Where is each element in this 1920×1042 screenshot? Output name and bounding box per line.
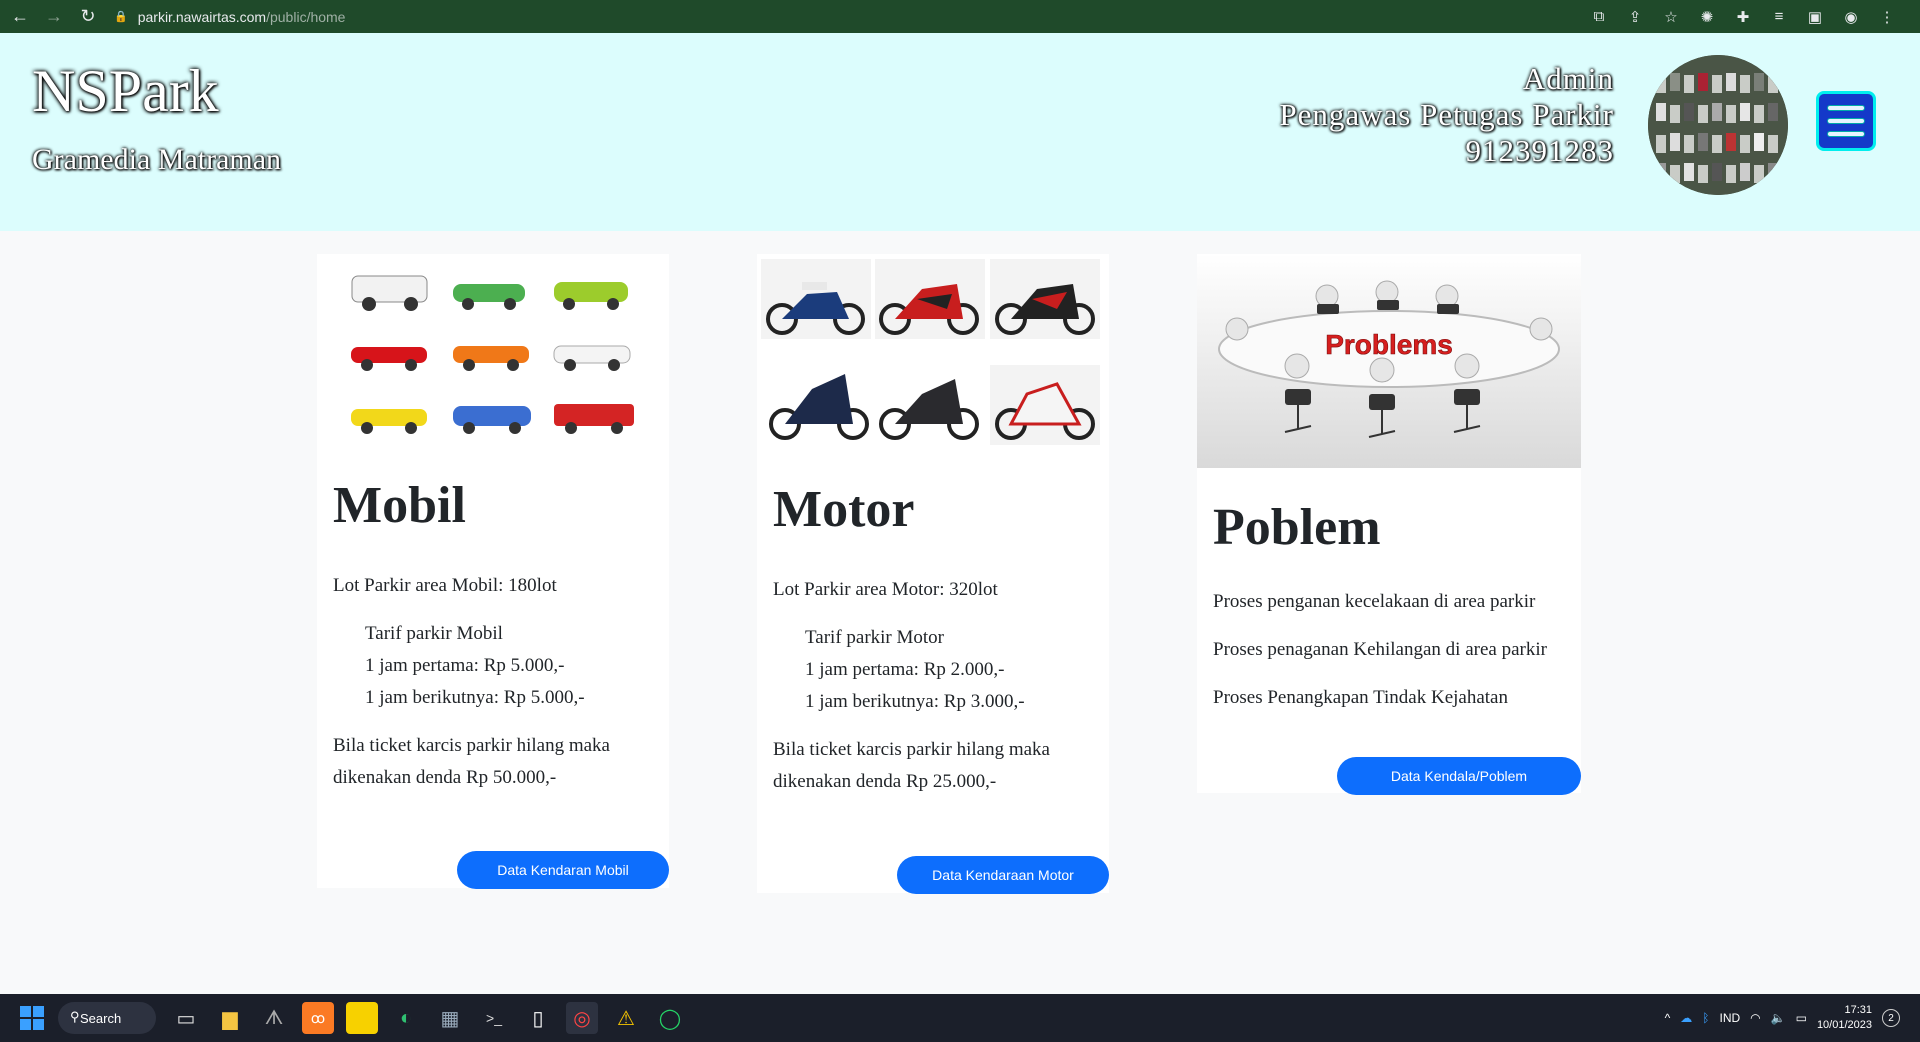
hamburger-menu-icon[interactable]: [1816, 91, 1876, 151]
tarif-next-hour: 1 jam berikutnya: Rp 3.000,-: [805, 691, 1025, 712]
task-view-icon[interactable]: ▭: [170, 1002, 202, 1034]
data-kendaraan-mobil-button[interactable]: Data Kendaran Mobil: [457, 851, 669, 889]
lot-info: Lot Parkir area Motor: 320lot: [773, 579, 998, 600]
avatar[interactable]: [1648, 55, 1788, 195]
cars-image: [351, 275, 634, 434]
clock-time: 17:31: [1844, 1004, 1872, 1016]
puzzle-extensions-icon[interactable]: ✚: [1734, 8, 1752, 26]
edge-icon[interactable]: ◐: [390, 1002, 422, 1034]
translate-icon[interactable]: ⧉: [1590, 8, 1608, 25]
browser-actions: ⧉ ⇪ ☆ ✺ ✚ ≡ ▣ ◉ ⋮: [1590, 0, 1896, 33]
notification-badge[interactable]: 2: [1882, 1009, 1900, 1027]
tarif-next-hour: 1 jam berikutnya: Rp 5.000,-: [365, 687, 585, 708]
denda-info: Bila ticket karcis parkir hilang maka di…: [773, 739, 1050, 792]
language-indicator[interactable]: IND: [1719, 1011, 1740, 1025]
card-mobil: Mobil Lot Parkir area Mobil: 180lot Tari…: [317, 254, 669, 889]
game-app-icon[interactable]: ᗑ: [258, 1002, 290, 1034]
tarif-first-hour: 1 jam pertama: Rp 2.000,-: [805, 659, 1005, 680]
user-title: Pengawas Petugas Parkir: [1279, 97, 1614, 132]
tray-chevron-up-icon[interactable]: ^: [1665, 1011, 1671, 1025]
whatsapp-icon[interactable]: ◯: [654, 1002, 686, 1034]
sticky-notes-icon[interactable]: [346, 1002, 378, 1034]
brand-title: NSPark: [32, 58, 219, 124]
taskbar-search-label: Search: [80, 1010, 122, 1026]
volume-icon[interactable]: 🔈: [1771, 1011, 1786, 1025]
calculator-icon[interactable]: ▦: [434, 1002, 466, 1034]
system-tray: ^ ☁ ᛒ IND ◠ 🔈 ▭ 17:31 10/01/2023 2: [1665, 994, 1900, 1042]
url-host: parkir.nawairtas.com: [137, 8, 267, 25]
onedrive-icon[interactable]: ☁: [1680, 1011, 1692, 1025]
chrome-icon[interactable]: ◎: [566, 1002, 598, 1034]
windows-start-icon[interactable]: [20, 1006, 44, 1030]
tarif-title: Tarif parkir Motor: [805, 627, 945, 648]
bookmark-star-icon[interactable]: ☆: [1662, 8, 1680, 26]
forward-icon[interactable]: →: [40, 3, 68, 31]
user-info: Admin Pengawas Petugas Parkir 912391283: [1279, 61, 1614, 169]
denda-info: Bila ticket karcis parkir hilang maka di…: [333, 735, 610, 788]
lot-info: Lot Parkir area Mobil: 180lot: [333, 575, 557, 596]
motorcycles-image: [761, 259, 1100, 445]
url-path: /public/home: [266, 8, 346, 25]
problems-meeting-image: Problems: [1197, 254, 1581, 468]
search-icon: ⚲: [70, 1009, 80, 1024]
profile-icon[interactable]: ◉: [1842, 8, 1860, 26]
address-bar[interactable]: 🔒 parkir.nawairtas.com/public/home: [114, 9, 345, 25]
extension-icon[interactable]: ✺: [1698, 8, 1716, 26]
warning-app-icon[interactable]: ⚠: [610, 1002, 642, 1034]
card-problem: Problems Poblem Proses penganan kecelaka…: [1197, 254, 1581, 795]
card-title: Poblem: [1213, 499, 1381, 556]
data-kendaraan-motor-button[interactable]: Data Kendaraan Motor: [897, 856, 1109, 894]
problem-item: Proses penaganan Kehilangan di area park…: [1213, 639, 1547, 660]
card-title: Motor: [773, 481, 915, 538]
data-kendala-problem-button[interactable]: Data Kendala/Poblem: [1337, 757, 1581, 795]
branch-name: Gramedia Matraman: [32, 143, 282, 176]
battery-icon[interactable]: ▭: [1796, 1011, 1807, 1025]
xampp-icon[interactable]: ꝏ: [302, 1002, 334, 1034]
more-menu-icon[interactable]: ⋮: [1878, 8, 1896, 26]
browser-toolbar: ← → ↻ 🔒 parkir.nawairtas.com/public/home…: [0, 0, 1920, 33]
terminal-icon[interactable]: >_: [478, 1002, 510, 1034]
back-icon[interactable]: ←: [6, 3, 34, 31]
problems-image-text: Problems: [1325, 329, 1453, 360]
tarif-first-hour: 1 jam pertama: Rp 5.000,-: [365, 655, 565, 676]
reading-list-icon[interactable]: ≡: [1770, 8, 1788, 25]
taskbar-apps: ▭ ▆ ᗑ ꝏ ◐ ▦ >_ ▯ ◎ ⚠ ◯: [170, 1002, 686, 1034]
notepad-icon[interactable]: ▯: [522, 1002, 554, 1034]
reload-icon[interactable]: ↻: [74, 3, 102, 31]
tarif-title: Tarif parkir Mobil: [365, 623, 503, 644]
clock[interactable]: 17:31 10/01/2023: [1817, 1003, 1872, 1033]
lock-icon: 🔒: [114, 11, 128, 23]
taskbar: ⚲ Search ▭ ▆ ᗑ ꝏ ◐ ▦ >_ ▯ ◎ ⚠ ◯ ^ ☁ ᛒ IN…: [0, 994, 1920, 1042]
user-role: Admin: [1522, 61, 1614, 96]
card-motor: Motor Lot Parkir area Motor: 320lot Tari…: [757, 254, 1109, 894]
taskbar-search[interactable]: ⚲ Search: [58, 1002, 156, 1034]
car-icon: [351, 275, 428, 311]
file-explorer-icon[interactable]: ▆: [214, 1002, 246, 1034]
wifi-icon[interactable]: ◠: [1750, 1011, 1760, 1025]
bluetooth-icon[interactable]: ᛒ: [1702, 1011, 1709, 1025]
side-panel-icon[interactable]: ▣: [1806, 8, 1824, 26]
share-icon[interactable]: ⇪: [1626, 8, 1644, 26]
site-header: NSPark Gramedia Matraman Admin Pengawas …: [0, 33, 1920, 231]
clock-date: 10/01/2023: [1816, 1019, 1872, 1031]
card-title: Mobil: [333, 477, 466, 534]
problem-item: Proses penganan kecelakaan di area parki…: [1213, 591, 1536, 612]
problem-item: Proses Penangkapan Tindak Kejahatan: [1213, 687, 1508, 708]
user-id: 912391283: [1465, 133, 1614, 168]
